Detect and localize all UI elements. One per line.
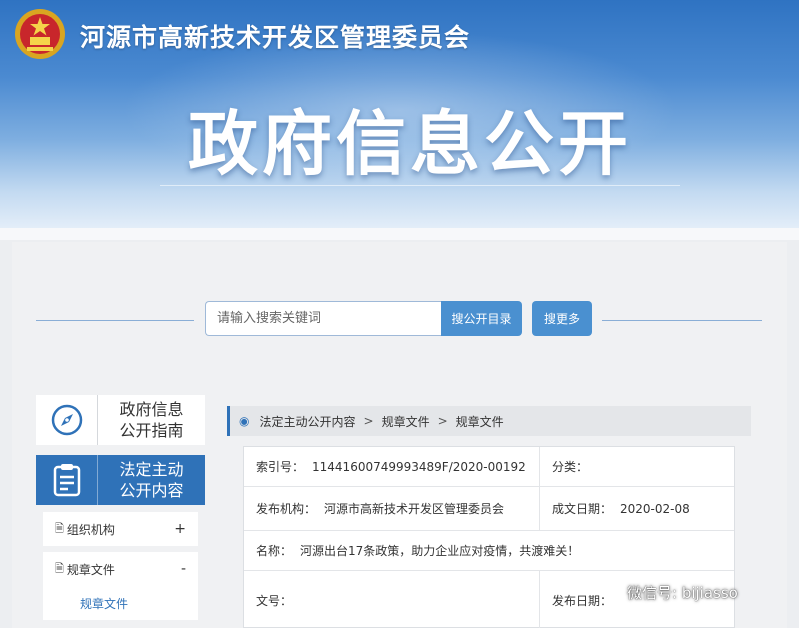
publisher-cell: 发布机构： 河源市高新技术开发区管理委员会 [244, 487, 540, 530]
page-title: 政府信息公开 [188, 102, 632, 185]
breadcrumb-separator: > [363, 414, 374, 428]
guide-icon-wrap [36, 395, 98, 445]
location-pin-icon: ◉ [239, 414, 250, 428]
sidebar-item-label: 组织机构 [66, 522, 115, 537]
category-cell: 分类： [540, 447, 734, 486]
org-name: 河源市高新技术开发区管理委员会 [80, 23, 471, 52]
doc-number-label: 文号： [256, 593, 293, 608]
guide-label: 政府信息 公开指南 [98, 399, 205, 441]
document-icon: 🗎 [55, 521, 64, 535]
table-row: 名称： 河源出台17条政策，助力企业应对疫情，共渡难关！ [244, 531, 734, 571]
category-label: 分类： [552, 460, 589, 474]
statutory-icon-wrap [36, 455, 98, 505]
index-label: 索引号： [256, 460, 305, 474]
breadcrumb-separator: > [437, 414, 448, 428]
statutory-label-line2: 公开内容 [119, 481, 184, 500]
compass-icon [51, 404, 82, 436]
search-more-button[interactable]: 搜更多 [532, 301, 592, 336]
sidebar-item-org[interactable]: 🗎 组织机构 + [43, 512, 198, 546]
guide-label-line2: 公开指南 [119, 421, 184, 440]
created-date-value: 2020-02-08 [620, 501, 690, 516]
banner-bottom-strip [0, 228, 799, 240]
breadcrumb: ◉ 法定主动公开内容 > 规章文件 > 规章文件 [227, 406, 751, 436]
doc-number-cell: 文号： [244, 571, 540, 628]
watermark-text: 微信号: bijiasso [627, 583, 738, 602]
sidebar-item-guide[interactable]: 政府信息 公开指南 [36, 395, 205, 445]
statutory-label: 法定主动 公开内容 [98, 459, 205, 501]
index-value: 11441600749993489F/2020-00192 [312, 459, 526, 474]
wechat-watermark: 微信号: bijiasso [602, 580, 738, 604]
search-catalog-button[interactable]: 搜公开目录 [441, 301, 522, 336]
publisher-label: 发布机构： [256, 502, 317, 516]
breadcrumb-item[interactable]: 规章文件 [382, 413, 430, 430]
wechat-icon [602, 583, 622, 600]
statutory-label-line1: 法定主动 [119, 460, 184, 479]
index-cell: 索引号： 11441600749993489F/2020-00192 [244, 447, 540, 486]
national-emblem-icon [15, 9, 65, 59]
name-value: 河源出台17条政策，助力企业应对疫情，共渡难关！ [300, 544, 580, 558]
header-banner: 河源市高新技术开发区管理委员会 政府信息公开 [0, 0, 799, 240]
name-cell: 名称： 河源出台17条政策，助力企业应对疫情，共渡难关！ [244, 531, 734, 570]
table-row: 索引号： 11441600749993489F/2020-00192 分类： [244, 447, 734, 487]
banner-divider [160, 185, 680, 186]
breadcrumb-item[interactable]: 法定主动公开内容 [259, 413, 355, 430]
breadcrumb-item[interactable]: 规章文件 [456, 413, 504, 430]
name-label: 名称： [256, 544, 293, 558]
guide-label-line1: 政府信息 [119, 400, 184, 419]
sidebar-subitem-regulations[interactable]: 规章文件 [43, 586, 198, 620]
created-date-label: 成文日期： [552, 502, 613, 516]
clipboard-icon [53, 464, 80, 497]
search-divider-right [602, 320, 762, 321]
collapse-icon[interactable]: - [181, 561, 186, 577]
search-input[interactable] [205, 301, 443, 336]
document-icon: 🗎 [55, 561, 64, 575]
created-date-cell: 成文日期： 2020-02-08 [540, 487, 734, 530]
expand-icon[interactable]: + [174, 521, 186, 537]
publisher-value: 河源市高新技术开发区管理委员会 [324, 502, 505, 516]
sidebar-item-statutory[interactable]: 法定主动 公开内容 [36, 455, 205, 505]
search-divider-left [36, 320, 194, 321]
table-row: 发布机构： 河源市高新技术开发区管理委员会 成文日期： 2020-02-08 [244, 487, 734, 531]
sidebar-item-regulations[interactable]: 🗎 规章文件 - [43, 552, 198, 586]
sidebar-item-label: 规章文件 [66, 562, 115, 577]
